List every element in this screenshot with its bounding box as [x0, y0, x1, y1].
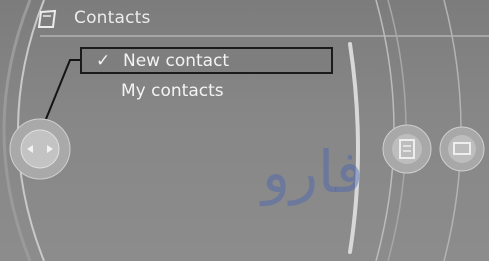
menu-item-new-contact[interactable]: ✓ New contact — [80, 47, 333, 74]
menu-item-my-contacts[interactable]: My contacts — [80, 79, 333, 106]
watermark: فارو — [262, 138, 364, 206]
checkmark-icon: ✓ — [96, 51, 111, 71]
display-screen: Contacts ✓ New contact My contacts فارو — [0, 0, 489, 261]
contacts-book-icon — [37, 9, 59, 33]
menu-item-label: My contacts — [121, 81, 224, 101]
menu-item-label: New contact — [123, 51, 230, 71]
header-bar: Contacts — [0, 0, 489, 40]
card-icon[interactable] — [439, 126, 485, 176]
controller-knob-icon[interactable] — [9, 118, 71, 180]
connector-line — [43, 59, 80, 125]
page-title: Contacts — [74, 8, 151, 28]
document-icon[interactable] — [382, 124, 432, 178]
